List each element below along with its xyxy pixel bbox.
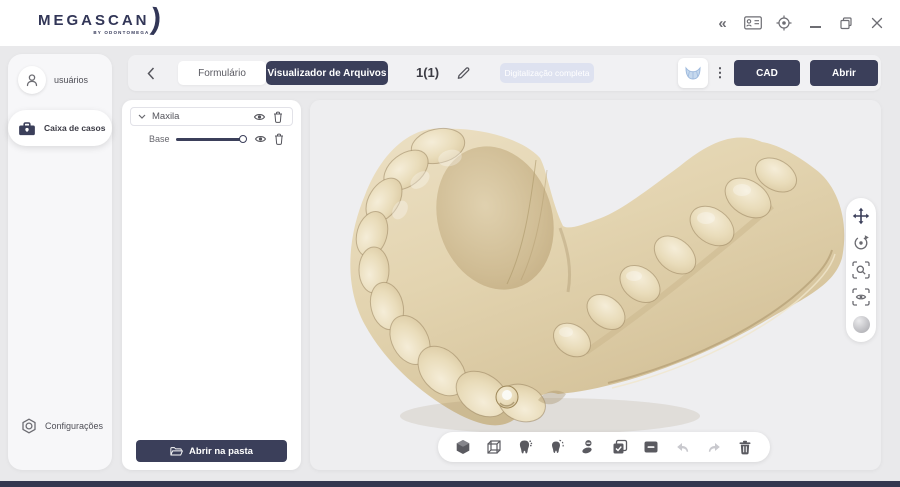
move-tool-button[interactable] xyxy=(852,207,870,225)
focus-region-icon xyxy=(852,288,870,306)
move-icon xyxy=(852,207,870,225)
copy-check-button[interactable] xyxy=(611,439,628,456)
locate-target-button[interactable] xyxy=(775,14,793,32)
tooth-select-icon xyxy=(549,439,565,455)
slider-thumb[interactable] xyxy=(239,135,247,143)
base-remove-button[interactable] xyxy=(580,439,597,456)
locate-target-icon xyxy=(776,15,792,31)
chevron-left-icon xyxy=(147,67,155,80)
visibility-toggle[interactable] xyxy=(253,134,267,144)
chevron-down-icon[interactable] xyxy=(138,114,146,119)
collapse-panel-button[interactable]: « xyxy=(713,14,731,32)
square-minus-icon xyxy=(643,439,659,455)
open-button[interactable]: Abrir xyxy=(810,60,878,86)
square-minus-button[interactable] xyxy=(643,439,660,456)
visibility-toggle[interactable] xyxy=(252,112,266,122)
open-in-folder-label: Abrir na pasta xyxy=(189,446,253,457)
model-tools xyxy=(438,432,770,462)
folder-open-icon xyxy=(170,446,183,457)
cube-wireframe-icon xyxy=(486,439,502,455)
sidebar-item-settings[interactable]: Configurações xyxy=(8,408,112,444)
viewer-canvas[interactable] xyxy=(310,100,881,470)
tooth-solid-icon xyxy=(517,439,533,455)
cube-solid-button[interactable] xyxy=(454,439,471,456)
case-toolbar: Formulário Visualizador de Arquivos 1(1)… xyxy=(128,55,881,91)
user-icon xyxy=(25,73,39,87)
close-icon xyxy=(871,17,883,29)
tooth-solid-button[interactable] xyxy=(517,439,534,456)
view-tools xyxy=(846,198,876,342)
collapse-icon: « xyxy=(718,15,725,32)
trash-icon xyxy=(273,111,283,123)
tooth-select-button[interactable] xyxy=(548,439,565,456)
settings-icon xyxy=(21,418,37,434)
sidebar-item-label: Caixa de casos xyxy=(44,123,105,133)
avatar xyxy=(18,66,46,94)
app-logo: MEGASCAN BY ODONTOMEGA ) xyxy=(38,7,161,35)
open-in-folder-button[interactable]: Abrir na pasta xyxy=(136,440,287,462)
status-badge: Digitalização completa xyxy=(500,63,594,83)
layer-row-base: Base xyxy=(130,130,293,148)
logo-subtext: BY ODONTOMEGA xyxy=(93,30,149,35)
layers-panel: Maxila Base xyxy=(122,100,301,470)
dental-arch-icon xyxy=(682,62,704,84)
redo-button[interactable] xyxy=(706,439,723,456)
sidebar-item-label: Configurações xyxy=(45,421,103,431)
focus-region-tool-button[interactable] xyxy=(852,288,870,306)
close-button[interactable] xyxy=(868,14,886,32)
sidebar-item-users[interactable]: usuários xyxy=(8,62,112,98)
restore-icon xyxy=(839,16,853,30)
base-remove-icon xyxy=(580,439,596,455)
rotate-tool-button[interactable] xyxy=(852,234,870,252)
sidebar-item-case-box[interactable]: Caixa de casos xyxy=(8,110,112,146)
dental-arch-button[interactable] xyxy=(678,58,708,88)
logo-text: MEGASCAN xyxy=(38,13,150,28)
maxilla-3d-model xyxy=(310,100,881,470)
layer-group-name: Maxila xyxy=(152,111,247,122)
more-menu-button[interactable]: ⋮ xyxy=(713,55,727,91)
window-bottom-edge xyxy=(0,481,900,487)
window-controls: « xyxy=(713,0,886,46)
delete-model-button[interactable] xyxy=(737,439,754,456)
tab-form[interactable]: Formulário xyxy=(178,61,266,85)
redo-icon xyxy=(706,439,722,455)
app-header: MEGASCAN BY ODONTOMEGA ) « xyxy=(0,0,900,46)
briefcase-icon xyxy=(18,121,36,136)
edit-button[interactable] xyxy=(456,66,470,80)
eye-icon xyxy=(254,134,267,144)
zoom-region-tool-button[interactable] xyxy=(852,261,870,279)
logo-swoosh: ) xyxy=(149,7,162,34)
contact-card-button[interactable] xyxy=(744,14,762,32)
pencil-icon xyxy=(456,66,470,80)
undo-button[interactable] xyxy=(674,439,691,456)
sidebar-item-label: usuários xyxy=(54,75,88,85)
trash-icon xyxy=(274,133,284,145)
undo-icon xyxy=(675,439,691,455)
case-count: 1(1) xyxy=(416,55,439,91)
delete-layer-button[interactable] xyxy=(271,111,285,123)
minimize-icon xyxy=(810,26,821,28)
opacity-slider[interactable] xyxy=(176,138,243,141)
zoom-region-icon xyxy=(852,261,870,279)
layer-group-maxila[interactable]: Maxila xyxy=(130,107,293,126)
eye-icon xyxy=(253,112,266,122)
copy-check-icon xyxy=(612,439,628,455)
back-button[interactable] xyxy=(144,65,158,81)
restore-button[interactable] xyxy=(837,14,855,32)
cad-button[interactable]: CAD xyxy=(734,60,800,86)
minimize-button[interactable] xyxy=(806,14,824,32)
tab-file-viewer[interactable]: Visualizador de Arquivos xyxy=(266,61,388,85)
trash-icon xyxy=(738,440,752,455)
sphere-icon xyxy=(853,316,870,333)
dots-vertical-icon: ⋮ xyxy=(714,65,727,80)
sidebar: usuários Caixa de casos Configurações xyxy=(8,54,112,470)
material-sphere-button[interactable] xyxy=(852,315,870,333)
cube-solid-icon xyxy=(455,439,471,455)
rotate-icon xyxy=(852,234,870,252)
delete-layer-button[interactable] xyxy=(272,133,286,145)
contact-card-icon xyxy=(744,16,762,30)
cube-wireframe-button[interactable] xyxy=(485,439,502,456)
layer-name: Base xyxy=(149,134,170,144)
